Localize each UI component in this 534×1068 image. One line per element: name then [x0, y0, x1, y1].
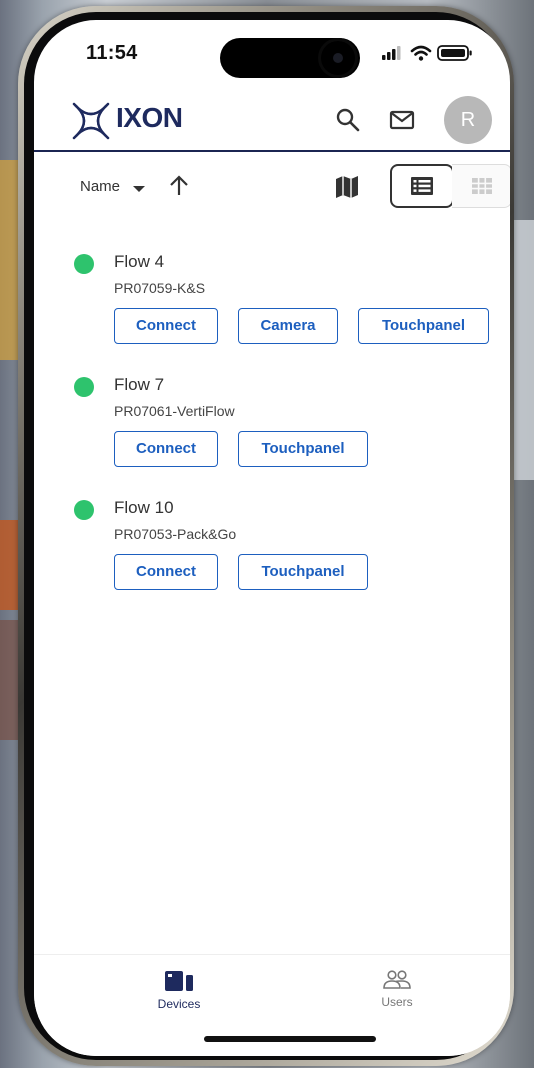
mail-icon[interactable] [388, 106, 416, 134]
connect-button[interactable]: Connect [114, 431, 218, 467]
status-icons [380, 42, 476, 64]
camera-button[interactable]: Camera [238, 308, 338, 344]
nav-label: Users [381, 995, 413, 1009]
list-view-button[interactable] [390, 164, 454, 208]
front-camera [318, 38, 358, 78]
grid-view-icon [471, 178, 492, 194]
status-online-indicator [74, 254, 94, 274]
device-name: Flow 7 [114, 375, 165, 394]
map-icon[interactable] [334, 174, 360, 200]
search-icon[interactable] [334, 106, 362, 134]
device-item[interactable]: Flow 7 PR07061-VertiFlow Connect Touchpa… [34, 369, 510, 479]
device-id: PR07053-Pack&Go [114, 526, 237, 542]
sort-field-dropdown[interactable]: Name [80, 178, 120, 195]
device-item[interactable]: Flow 4 PR07059-K&S Connect Camera Touchp… [34, 246, 510, 356]
device-name: Flow 4 [114, 252, 165, 271]
view-toggle [390, 164, 510, 210]
connect-button[interactable]: Connect [114, 308, 218, 344]
dynamic-island [220, 38, 360, 78]
device-name: Flow 10 [114, 498, 174, 517]
touchpanel-button[interactable]: Touchpanel [238, 554, 368, 590]
devices-icon [165, 971, 193, 991]
chevron-down-icon[interactable] [132, 182, 146, 196]
connect-button[interactable]: Connect [114, 554, 218, 590]
arrow-up-icon[interactable] [168, 174, 190, 198]
app-screen: 11:54 IXON R Name Flow 4 PR07059-K&S Con… [34, 20, 510, 1056]
touchpanel-button[interactable]: Touchpanel [358, 308, 489, 344]
status-online-indicator [74, 500, 94, 520]
device-id: PR07061-VertiFlow [114, 403, 235, 419]
nav-item-devices[interactable]: Devices [124, 969, 234, 1011]
users-icon [383, 970, 411, 989]
nav-label: Devices [157, 997, 201, 1011]
ixon-logo-icon [70, 100, 112, 142]
grid-view-button[interactable] [452, 164, 510, 208]
user-avatar[interactable]: R [444, 96, 492, 144]
signal-wifi-battery-icon [382, 45, 472, 61]
nav-item-users[interactable]: Users [342, 969, 452, 1009]
app-header: IXON R [34, 90, 510, 152]
device-item[interactable]: Flow 10 PR07053-Pack&Go Connect Touchpan… [34, 492, 510, 602]
status-online-indicator [74, 377, 94, 397]
status-time: 11:54 [86, 42, 138, 64]
touchpanel-button[interactable]: Touchpanel [238, 431, 368, 467]
device-id: PR07059-K&S [114, 280, 206, 296]
list-view-icon [411, 177, 433, 195]
brand-name: IXON [116, 102, 183, 133]
phone-frame: 11:54 IXON R Name Flow 4 PR07059-K&S Con… [18, 6, 514, 1066]
home-indicator[interactable] [204, 1036, 376, 1042]
